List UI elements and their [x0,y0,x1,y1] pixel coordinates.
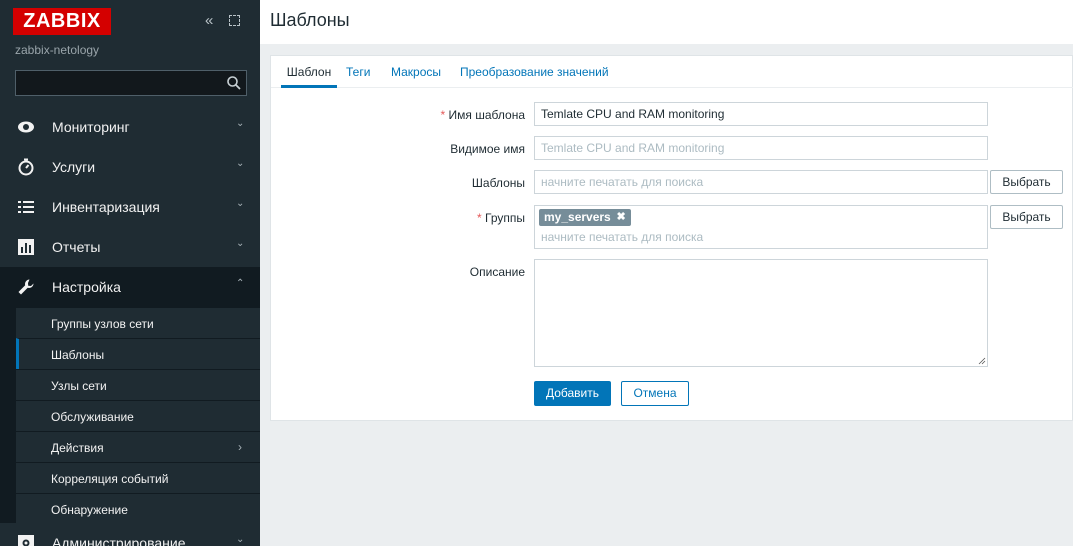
search-input[interactable] [16,71,221,95]
required-mark: * [440,108,446,122]
chevron-down-icon: ⌄ [236,158,245,169]
kiosk-mode-icon[interactable] [229,15,240,26]
visible-name-label: Видимое имя [450,142,525,156]
chevron-up-icon: ⌃ [236,278,245,289]
menu-administration[interactable]: Администрирование ⌄ [0,523,260,546]
submenu-label: Обслуживание [51,410,134,424]
menu-label: Администрирование [52,535,186,546]
submenu-label: Узлы сети [51,379,107,393]
submenu-maintenance[interactable]: Обслуживание [16,400,260,431]
remove-chip-icon[interactable]: ✖ [617,209,626,226]
sidebar-search[interactable] [15,70,247,96]
chevron-down-icon: ⌄ [236,534,245,545]
submenu-label: Обнаружение [51,503,128,517]
template-name-input[interactable] [534,102,988,126]
server-name: zabbix-netology [15,43,100,57]
cancel-button[interactable]: Отмена [621,381,689,406]
chip-label: my_servers [544,210,611,224]
menu-label: Настройка [52,279,121,295]
menu-label: Услуги [52,159,96,175]
template-name-label: * Имя шаблона [325,108,525,122]
templates-label: Шаблоны [471,176,525,190]
submenu-label: Группы узлов сети [51,317,154,331]
submenu-templates[interactable]: Шаблоны [16,338,260,369]
menu-inventory[interactable]: Инвентаризация ⌄ [0,187,260,227]
menu-configuration[interactable]: Настройка ⌃ [0,267,260,307]
chevron-down-icon: ⌄ [236,238,245,249]
add-button[interactable]: Добавить [534,381,611,406]
submenu-actions[interactable]: Действия › [16,431,260,462]
chevron-right-icon: › [238,440,242,454]
chevron-down-icon: ⌄ [236,118,245,129]
template-form-panel: Шаблон Теги Макросы Преобразование значе… [270,55,1073,421]
wrench-icon [18,279,34,295]
search-icon[interactable] [226,75,242,91]
groups-select-button[interactable]: Выбрать [990,205,1063,229]
menu-reports[interactable]: Отчеты ⌄ [0,227,260,267]
submenu-label: Действия [51,441,104,455]
submenu-event-correlation[interactable]: Корреляция событий [16,462,260,493]
menu-services[interactable]: Услуги ⌄ [0,147,260,187]
menu-monitoring[interactable]: Мониторинг ⌄ [0,107,260,147]
page-title: Шаблоны [270,10,350,30]
menu-label: Отчеты [52,239,101,255]
group-chip: my_servers ✖ [539,209,631,226]
tab-tags[interactable]: Теги [346,65,370,88]
gear-icon [18,535,34,546]
submenu-label: Шаблоны [51,348,105,362]
label-text: Группы [485,211,525,225]
groups-search-placeholder[interactable]: начните печатать для поиска [541,230,703,244]
clock-icon [18,158,34,176]
tab-bar: Шаблон Теги Макросы Преобразование значе… [271,56,1073,88]
visible-name-input[interactable] [534,136,988,160]
page-header: Шаблоны [260,0,1073,44]
resize-grip-icon[interactable] [978,357,986,365]
menu-label: Инвентаризация [52,199,160,215]
zabbix-logo[interactable]: ZABBIX [13,8,111,35]
sidebar: ZABBIX zabbix-netology « Мониторинг ⌄ Ус… [0,0,260,546]
label-text: Имя шаблона [448,108,525,122]
submenu-label: Корреляция событий [51,472,169,486]
groups-label: * Группы [325,211,525,225]
templates-select-button[interactable]: Выбрать [990,170,1063,194]
collapse-sidebar-icon[interactable]: « [205,12,213,30]
tab-macros[interactable]: Макросы [391,65,441,88]
description-label: Описание [469,265,525,279]
menu-label: Мониторинг [52,119,130,135]
tab-template[interactable]: Шаблон [281,65,337,88]
submenu-hosts[interactable]: Узлы сети [16,369,260,400]
eye-icon [18,121,34,133]
templates-input[interactable] [534,170,988,194]
sidebar-header: ZABBIX zabbix-netology « [0,0,260,70]
bar-chart-icon [18,239,34,255]
tab-value-mapping[interactable]: Преобразование значений [460,65,609,88]
submenu-discovery[interactable]: Обнаружение [16,493,260,524]
description-textarea[interactable] [534,259,988,367]
submenu-host-groups[interactable]: Группы узлов сети [16,307,260,338]
list-icon [18,201,34,213]
configuration-submenu: Группы узлов сети Шаблоны Узлы сети Обсл… [0,307,260,524]
required-mark: * [477,211,482,225]
chevron-down-icon: ⌄ [236,198,245,209]
groups-multiselect[interactable]: my_servers ✖ начните печатать для поиска [534,205,988,249]
